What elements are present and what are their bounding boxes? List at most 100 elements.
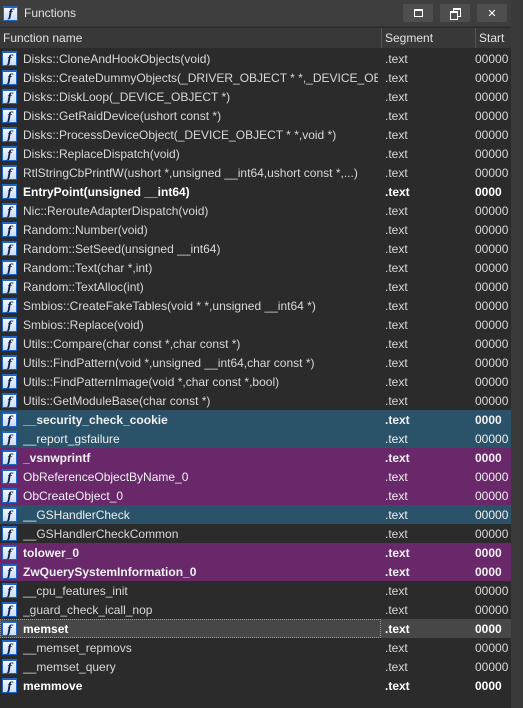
start-address-cell: 00000 xyxy=(475,355,509,370)
function-row[interactable]: f Disks::CreateDummyObjects(_DRIVER_OBJEC… xyxy=(0,68,511,87)
start-address-cell: 0000 xyxy=(475,184,502,199)
function-row[interactable]: f memset .text 0000 xyxy=(0,619,511,638)
start-address-cell: 00000 xyxy=(475,89,509,104)
function-row[interactable]: f Disks::CloneAndHookObjects(void) .text 00… xyxy=(0,49,511,68)
function-row[interactable]: f Random::Number(void) .text 00000 xyxy=(0,220,511,239)
function-row[interactable]: f Disks::GetRaidDevice(ushort const *) .te… xyxy=(0,106,511,125)
segment-cell: .text xyxy=(385,507,408,522)
function-name-cell[interactable]: f Smbios::CreateFakeTables(void * *,unsig… xyxy=(0,296,381,315)
column-header-start[interactable]: Start xyxy=(476,28,511,48)
function-name-cell[interactable]: f Utils::FindPattern(void *,unsigned __in… xyxy=(0,353,381,372)
vertical-scrollbar[interactable] xyxy=(511,0,523,708)
function-name-cell[interactable]: f Smbios::Replace(void) xyxy=(0,315,381,334)
function-name: memmove xyxy=(23,678,83,693)
function-name-cell[interactable]: f __GSHandlerCheckCommon xyxy=(0,524,381,543)
function-name-cell[interactable]: f __report_gsfailure xyxy=(0,429,381,448)
function-row[interactable]: f Utils::FindPattern(void *,unsigned __in… xyxy=(0,353,511,372)
function-icon: f xyxy=(2,545,17,560)
function-name: Random::TextAlloc(int) xyxy=(23,279,144,294)
function-row[interactable]: f Disks::DiskLoop(_DEVICE_OBJECT *) .text 0… xyxy=(0,87,511,106)
function-row[interactable]: f Smbios::Replace(void) .text 00000 xyxy=(0,315,511,334)
function-row[interactable]: f Smbios::CreateFakeTables(void * *,unsig… xyxy=(0,296,511,315)
function-name-cell[interactable]: f memmove xyxy=(0,676,381,695)
start-address-cell: 00000 xyxy=(475,659,509,674)
function-icon: f xyxy=(2,374,17,389)
function-name-cell[interactable]: f Disks::DiskLoop(_DEVICE_OBJECT *) xyxy=(0,87,381,106)
function-name-cell[interactable]: f __memset_repmovs xyxy=(0,638,381,657)
column-header-function-name[interactable]: Function name xyxy=(0,28,382,48)
function-name-cell[interactable]: f Random::SetSeed(unsigned __int64) xyxy=(0,239,381,258)
function-row[interactable]: f Disks::ReplaceDispatch(void) .text 00000 xyxy=(0,144,511,163)
close-button[interactable]: ✕ xyxy=(477,4,507,22)
function-name-cell[interactable]: f EntryPoint(unsigned __int64) xyxy=(0,182,381,201)
function-row[interactable]: f __cpu_features_init .text 00000 xyxy=(0,581,511,600)
function-name-cell[interactable]: f ObReferenceObjectByName_0 xyxy=(0,467,381,486)
function-name-cell[interactable]: f _guard_check_icall_nop xyxy=(0,600,381,619)
function-icon: f xyxy=(2,203,17,218)
column-header-segment[interactable]: Segment xyxy=(382,28,476,48)
function-row[interactable]: f _vsnwprintf .text 0000 xyxy=(0,448,511,467)
function-row[interactable]: f Utils::FindPatternImage(void *,char con… xyxy=(0,372,511,391)
function-name-cell[interactable]: f Random::TextAlloc(int) xyxy=(0,277,381,296)
start-address-cell: 00000 xyxy=(475,51,509,66)
function-row[interactable]: f __report_gsfailure .text 00000 xyxy=(0,429,511,448)
segment-cell: .text xyxy=(385,317,408,332)
segment-cell: .text xyxy=(385,184,410,199)
function-row[interactable]: f memmove .text 0000 xyxy=(0,676,511,695)
function-icon: f xyxy=(2,317,17,332)
maximize-button[interactable] xyxy=(403,4,433,22)
window-controls: ✕ xyxy=(403,4,507,22)
function-icon: f xyxy=(2,184,17,199)
function-row[interactable]: f tolower_0 .text 0000 xyxy=(0,543,511,562)
function-name-cell[interactable]: f memset xyxy=(0,619,381,638)
start-address-cell: 00000 xyxy=(475,203,509,218)
function-row[interactable]: f Random::TextAlloc(int) .text 00000 xyxy=(0,277,511,296)
function-row[interactable]: f __memset_repmovs .text 00000 xyxy=(0,638,511,657)
function-name-cell[interactable]: f Disks::ProcessDeviceObject(_DEVICE_OBJE… xyxy=(0,125,381,144)
function-name-cell[interactable]: f ObCreateObject_0 xyxy=(0,486,381,505)
function-row[interactable]: f Random::SetSeed(unsigned __int64) .text 0… xyxy=(0,239,511,258)
function-row[interactable]: f __GSHandlerCheckCommon .text 00000 xyxy=(0,524,511,543)
function-name-cell[interactable]: f RtlStringCbPrintfW(ushort *,unsigned __… xyxy=(0,163,381,182)
function-row[interactable]: f _guard_check_icall_nop .text 00000 xyxy=(0,600,511,619)
function-row[interactable]: f EntryPoint(unsigned __int64) .text 0000 xyxy=(0,182,511,201)
function-row[interactable]: f Utils::GetModuleBase(char const *) .text… xyxy=(0,391,511,410)
function-name-cell[interactable]: f ZwQuerySystemInformation_0 xyxy=(0,562,381,581)
function-name-cell[interactable]: f Utils::GetModuleBase(char const *) xyxy=(0,391,381,410)
function-row[interactable]: f ObReferenceObjectByName_0 .text 00000 xyxy=(0,467,511,486)
function-name-cell[interactable]: f Random::Text(char *,int) xyxy=(0,258,381,277)
function-name-cell[interactable]: f Utils::FindPatternImage(void *,char con… xyxy=(0,372,381,391)
function-row[interactable]: f RtlStringCbPrintfW(ushort *,unsigned __… xyxy=(0,163,511,182)
window-titlebar[interactable]: f Functions ✕ xyxy=(0,0,511,27)
function-row[interactable]: f Disks::ProcessDeviceObject(_DEVICE_OBJE… xyxy=(0,125,511,144)
function-name-cell[interactable]: f _vsnwprintf xyxy=(0,448,381,467)
function-name-cell[interactable]: f Utils::Compare(char const *,char const … xyxy=(0,334,381,353)
function-name-cell[interactable]: f Disks::CloneAndHookObjects(void) xyxy=(0,49,381,68)
function-name-cell[interactable]: f Nic::RerouteAdapterDispatch(void) xyxy=(0,201,381,220)
function-name-cell[interactable]: f Disks::ReplaceDispatch(void) xyxy=(0,144,381,163)
start-address-cell: 00000 xyxy=(475,640,509,655)
function-name-cell[interactable]: f tolower_0 xyxy=(0,543,381,562)
function-row[interactable]: f Utils::Compare(char const *,char const … xyxy=(0,334,511,353)
function-icon: f xyxy=(2,450,17,465)
segment-cell: .text xyxy=(385,260,408,275)
start-address-cell: 00000 xyxy=(475,374,509,389)
function-name-cell[interactable]: f __cpu_features_init xyxy=(0,581,381,600)
function-row[interactable]: f __memset_query .text 00000 xyxy=(0,657,511,676)
function-name-cell[interactable]: f __GSHandlerCheck xyxy=(0,505,381,524)
function-row[interactable]: f __GSHandlerCheck .text 00000 xyxy=(0,505,511,524)
function-name-cell[interactable]: f Disks::CreateDummyObjects(_DRIVER_OBJEC… xyxy=(0,68,381,87)
function-name-cell[interactable]: f __memset_query xyxy=(0,657,381,676)
function-name: Utils::FindPattern(void *,unsigned __int… xyxy=(23,355,315,370)
function-row[interactable]: f ObCreateObject_0 .text 00000 xyxy=(0,486,511,505)
function-row[interactable]: f Nic::RerouteAdapterDispatch(void) .text 0… xyxy=(0,201,511,220)
function-row[interactable]: f __security_check_cookie .text 0000 xyxy=(0,410,511,429)
function-name-cell[interactable]: f __security_check_cookie xyxy=(0,410,381,429)
restore-button[interactable] xyxy=(440,4,470,22)
function-row[interactable]: f Random::Text(char *,int) .text 00000 xyxy=(0,258,511,277)
function-name: Disks::ReplaceDispatch(void) xyxy=(23,146,180,161)
start-address-cell: 00000 xyxy=(475,165,509,180)
function-row[interactable]: f ZwQuerySystemInformation_0 .text 0000 xyxy=(0,562,511,581)
function-name-cell[interactable]: f Disks::GetRaidDevice(ushort const *) xyxy=(0,106,381,125)
function-name-cell[interactable]: f Random::Number(void) xyxy=(0,220,381,239)
